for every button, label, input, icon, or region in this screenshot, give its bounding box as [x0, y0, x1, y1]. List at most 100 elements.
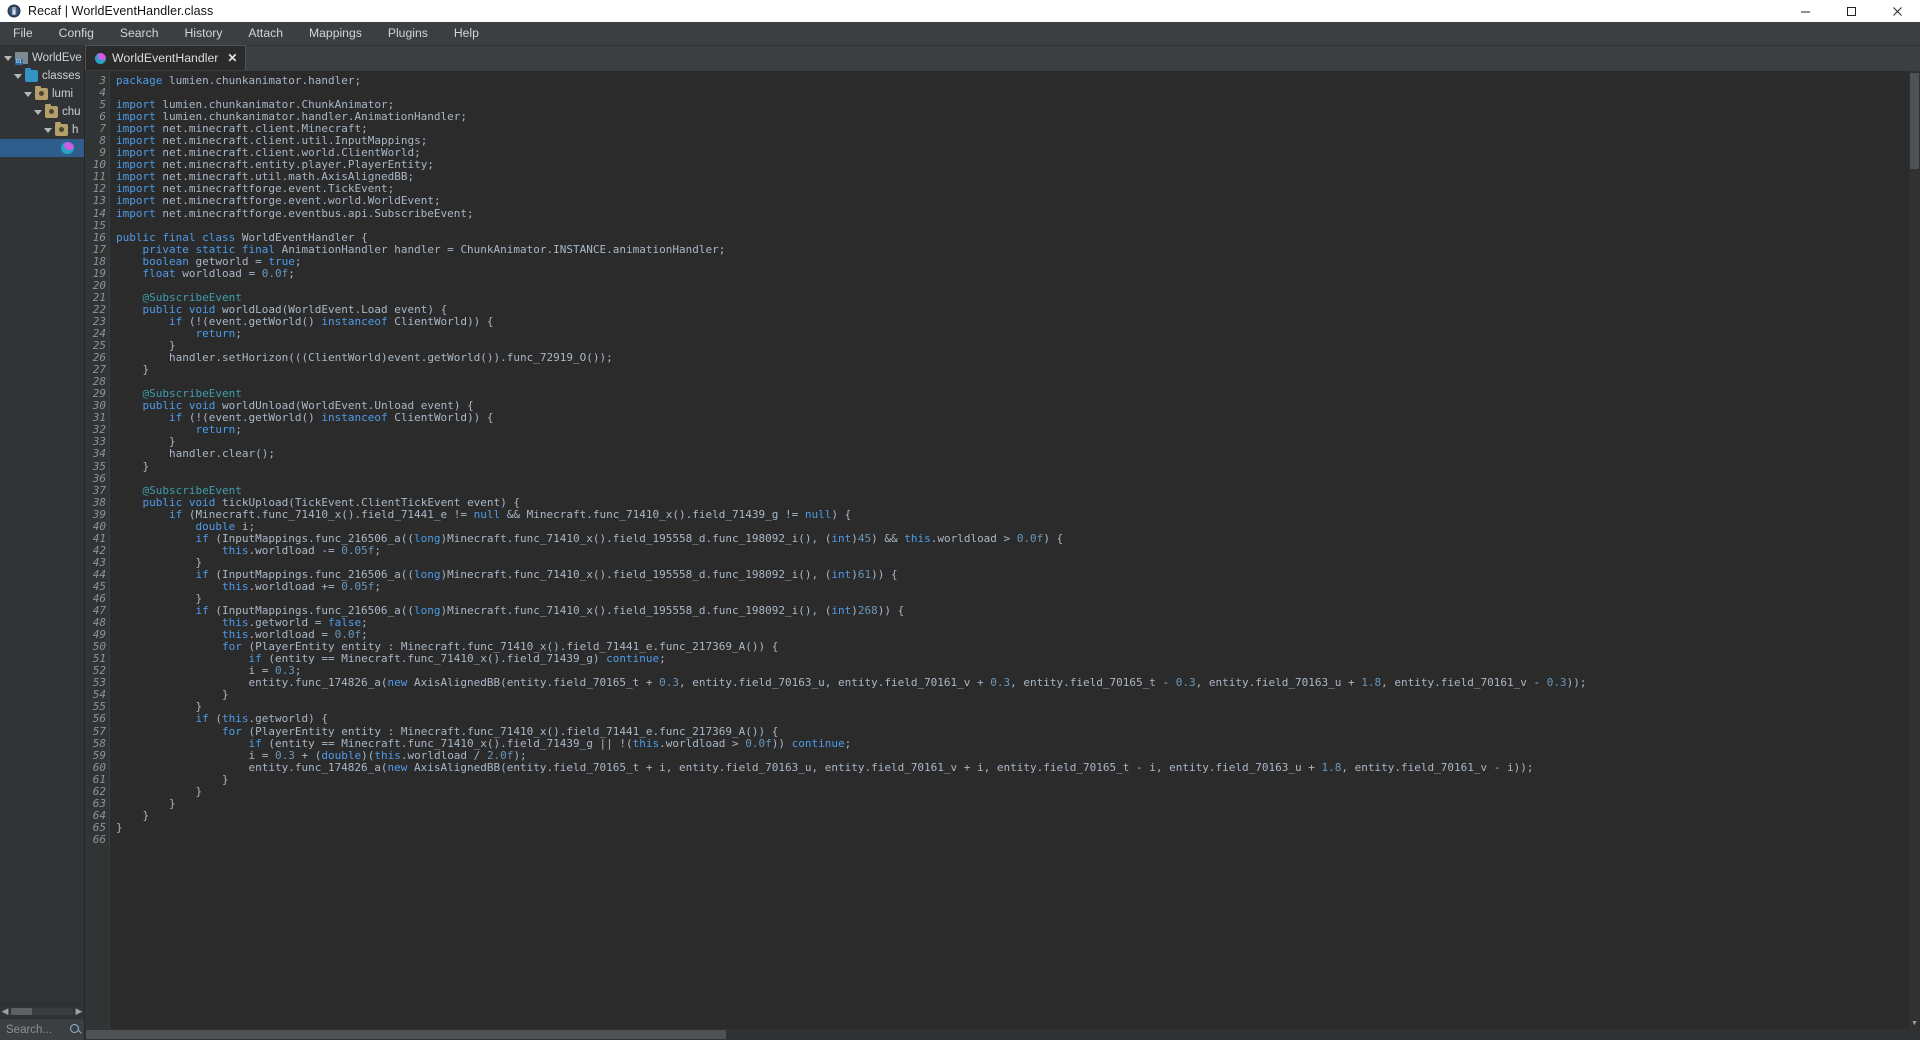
code-line: if (!(event.getWorld() instanceof Client…: [168, 411, 494, 425]
close-button[interactable]: [1874, 0, 1920, 22]
line-number: 60: [92, 760, 106, 774]
line-number: 14: [92, 206, 106, 220]
menu-bar: File Config Search History Attach Mappin…: [0, 22, 1920, 46]
folder-blue-icon: [25, 68, 38, 82]
menu-search[interactable]: Search: [107, 22, 172, 45]
tab-close-icon[interactable]: ✕: [227, 52, 237, 64]
menu-mappings[interactable]: Mappings: [296, 22, 375, 45]
recaf-app-icon: [7, 4, 21, 18]
code-line: }: [116, 808, 150, 822]
editor-horizontal-scrollbar[interactable]: [85, 1029, 1920, 1040]
line-number: 59: [92, 748, 106, 762]
tree-node[interactable]: WorldEve: [0, 49, 84, 67]
chevron-right-icon[interactable]: ▶: [74, 1006, 84, 1017]
main-body: WorldEve classes lumi chu h ◀ ▶ WorldEventHa…: [0, 45, 1920, 1040]
folder-package-icon: [35, 86, 48, 100]
line-number: 37: [92, 483, 106, 497]
chevron-down-icon[interactable]: [44, 127, 52, 133]
recaf-application-window: Recaf | WorldEventHandler.class File Con…: [0, 0, 1920, 1040]
code-line: if (InputMappings.func_216506_a((long)Mi…: [195, 604, 905, 618]
code-line: }: [116, 784, 203, 798]
code-line: if (entity == Minecraft.func_71410_x().f…: [248, 652, 666, 666]
chevron-down-icon[interactable]: [4, 55, 12, 61]
line-number: 36: [92, 471, 106, 485]
code-line: float worldload = 0.0f;: [142, 266, 295, 280]
tab-worldeventhandler[interactable]: WorldEventHandler ✕: [85, 45, 247, 70]
chevron-down-icon[interactable]: [34, 109, 42, 115]
code-line: return;: [195, 326, 242, 340]
code-line: }: [116, 459, 150, 473]
code-line: handler.setHorizon(((ClientWorld)event.g…: [168, 351, 613, 365]
folder-package-icon: [55, 122, 68, 136]
editor-tab-strip: WorldEventHandler ✕: [85, 45, 1920, 70]
line-number: 18: [92, 254, 106, 268]
line-number: 38: [92, 495, 106, 509]
code-line: import lumien.chunkanimator.handler.Anim…: [116, 110, 468, 124]
tree-node[interactable]: [0, 139, 84, 157]
code-line: }: [116, 796, 176, 810]
jar-icon: [15, 52, 28, 65]
scroll-thumb[interactable]: [11, 1008, 33, 1015]
menu-plugins[interactable]: Plugins: [375, 22, 441, 45]
code-line: entity.func_174826_a(new AxisAlignedBB(e…: [248, 676, 1587, 690]
tree-node-label: h: [72, 124, 79, 136]
line-number: 40: [92, 519, 106, 533]
title-bar: Recaf | WorldEventHandler.class: [0, 0, 1920, 22]
tree-node[interactable]: classes: [0, 67, 84, 85]
sidebar-horizontal-scrollbar[interactable]: ◀ ▶: [0, 1004, 84, 1018]
line-number: 66: [92, 832, 106, 846]
tree-node-label: WorldEve: [32, 52, 82, 64]
tree-node[interactable]: lumi: [0, 85, 84, 103]
code-line: }: [116, 772, 229, 786]
line-number: 62: [92, 784, 106, 798]
code-line: if (Minecraft.func_71410_x().field_71441…: [168, 507, 852, 521]
class-icon: [61, 142, 74, 154]
window-title: Recaf | WorldEventHandler.class: [28, 4, 214, 18]
chevron-left-icon[interactable]: ◀: [0, 1006, 10, 1017]
tree-node-label: chu: [62, 106, 81, 118]
chevron-down-icon[interactable]: [14, 73, 22, 79]
line-number: 34: [92, 447, 106, 461]
code-line: if (!(event.getWorld() instanceof Client…: [168, 314, 494, 328]
code-line: private static final AnimationHandler ha…: [142, 242, 726, 256]
line-number: 17: [92, 242, 106, 256]
line-number: 19: [92, 266, 106, 280]
code-view: 3 4 5 6 7 8 9 10 11 12 13 14 15 16 17 18 19 20 21 22 23 24 25 2…: [85, 70, 1920, 1029]
search-input[interactable]: [0, 1022, 66, 1037]
tree-node[interactable]: h: [0, 121, 84, 139]
horizontal-scroll-thumb[interactable]: [86, 1030, 726, 1039]
tree-node[interactable]: chu: [0, 103, 84, 121]
editor-vertical-scrollbar[interactable]: ▲ ▼: [1909, 71, 1920, 1029]
tree-node-label: lumi: [52, 88, 74, 100]
maximize-button[interactable]: [1828, 0, 1874, 22]
code-line: handler.clear();: [168, 447, 275, 461]
menu-config[interactable]: Config: [46, 22, 107, 45]
line-number: 58: [92, 736, 106, 750]
source-code[interactable]: package lumien.chunkanimator.handler; im…: [110, 71, 1920, 1029]
scroll-track[interactable]: [11, 1008, 73, 1015]
code-line: boolean getworld = true;: [142, 254, 302, 268]
vertical-scroll-thumb[interactable]: [1910, 73, 1919, 169]
minimize-button[interactable]: [1782, 0, 1828, 22]
menu-attach[interactable]: Attach: [235, 22, 296, 45]
code-line: return;: [195, 423, 242, 437]
workspace-sidebar: WorldEve classes lumi chu h ◀ ▶: [0, 46, 85, 1040]
line-number: 13: [92, 194, 106, 208]
folder-package-icon: [45, 104, 58, 118]
code-line: }: [116, 688, 229, 702]
code-line: entity.func_174826_a(new AxisAlignedBB(e…: [248, 760, 1534, 774]
chevron-down-icon[interactable]: [24, 91, 32, 97]
workspace-tree: WorldEve classes lumi chu h: [0, 46, 84, 1004]
code-line: if (InputMappings.func_216506_a((long)Mi…: [195, 567, 898, 581]
line-number: 56: [92, 712, 106, 726]
scroll-down-icon[interactable]: ▼: [1909, 1018, 1920, 1029]
search-icon[interactable]: [68, 1022, 84, 1038]
window-controls: [1782, 0, 1920, 22]
menu-help[interactable]: Help: [441, 22, 492, 45]
menu-history[interactable]: History: [172, 22, 236, 45]
menu-file[interactable]: File: [0, 22, 46, 45]
line-number: 57: [92, 724, 106, 738]
tree-node-label: classes: [42, 70, 81, 82]
